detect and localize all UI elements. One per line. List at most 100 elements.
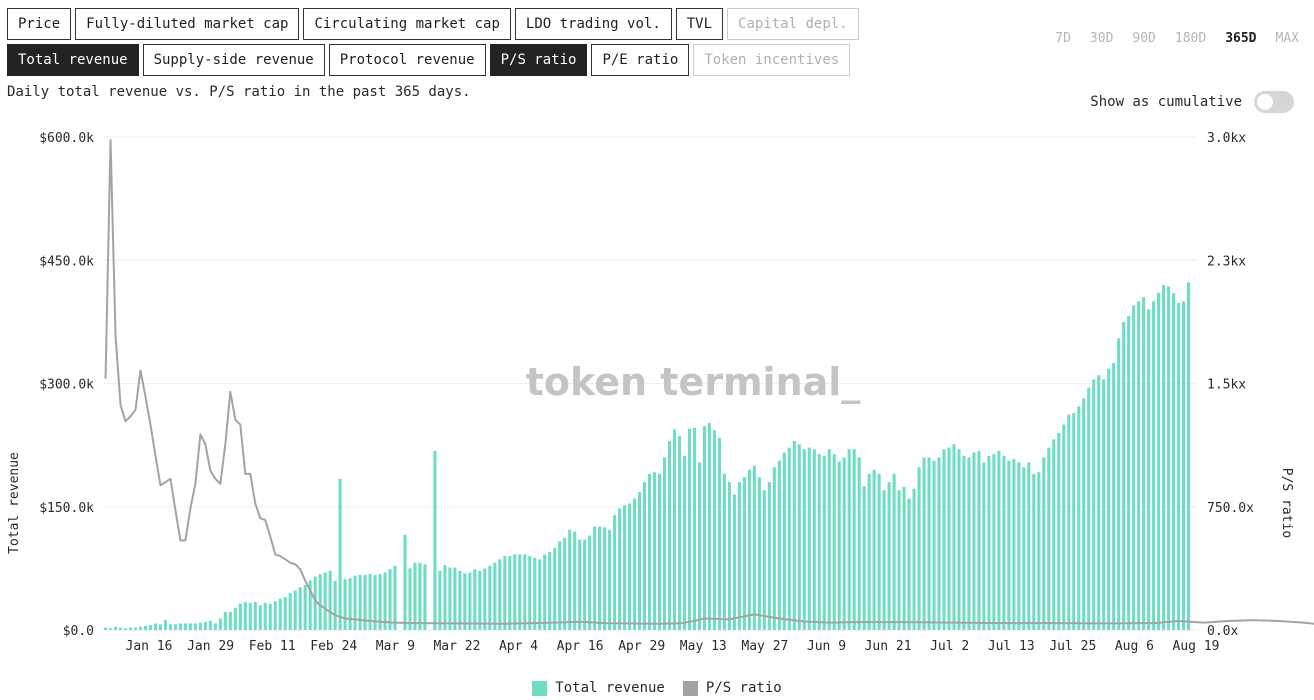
revenue-bar bbox=[638, 491, 642, 630]
tab-p-e-ratio[interactable]: P/E ratio bbox=[591, 44, 690, 76]
revenue-bar bbox=[877, 473, 881, 630]
revenue-bar bbox=[1087, 387, 1091, 630]
revenue-bar bbox=[218, 618, 222, 630]
tab-total-revenue[interactable]: Total revenue bbox=[7, 44, 139, 76]
revenue-bar bbox=[303, 584, 307, 630]
revenue-bar bbox=[493, 562, 497, 630]
legend-item-total-revenue[interactable]: Total revenue bbox=[532, 680, 665, 696]
revenue-bar bbox=[1072, 413, 1076, 630]
tab-ldo-trading-vol[interactable]: LDO trading vol. bbox=[514, 8, 672, 40]
revenue-bar bbox=[603, 527, 607, 630]
revenue-bar bbox=[747, 469, 751, 630]
x-tick-label: Jun 21 bbox=[865, 639, 912, 654]
revenue-bar bbox=[193, 623, 197, 630]
revenue-bar bbox=[513, 554, 517, 630]
revenue-bar bbox=[353, 575, 357, 630]
revenue-bar bbox=[977, 450, 981, 630]
revenue-bar bbox=[1092, 379, 1096, 630]
revenue-bar bbox=[1132, 305, 1136, 630]
tab-circulating-market-cap[interactable]: Circulating market cap bbox=[303, 8, 511, 40]
revenue-bar bbox=[473, 569, 477, 630]
range-365d[interactable]: 365D bbox=[1225, 31, 1256, 46]
left-tick-label: $150.0k bbox=[39, 501, 94, 516]
revenue-bar bbox=[802, 449, 806, 630]
revenue-bar bbox=[108, 628, 113, 630]
revenue-bar bbox=[608, 529, 612, 630]
revenue-bar bbox=[288, 593, 292, 630]
revenue-bar bbox=[1187, 282, 1191, 630]
revenue-bar bbox=[827, 449, 831, 630]
revenue-bar bbox=[1067, 414, 1071, 630]
range-180d[interactable]: 180D bbox=[1175, 31, 1206, 46]
revenue-bar bbox=[702, 426, 706, 630]
revenue-bar bbox=[118, 627, 123, 630]
right-tick-label: 1.5kx bbox=[1207, 378, 1246, 393]
revenue-bar bbox=[233, 607, 237, 630]
revenue-bar bbox=[263, 602, 267, 630]
revenue-bar bbox=[797, 444, 801, 630]
legend-item-ps-ratio[interactable]: P/S ratio bbox=[682, 680, 782, 696]
x-tick-label: Feb 24 bbox=[310, 639, 357, 654]
tab-price[interactable]: Price bbox=[7, 8, 72, 40]
revenue-bar bbox=[987, 455, 991, 630]
left-tick-label: $450.0k bbox=[39, 254, 94, 269]
revenue-bar bbox=[243, 602, 247, 630]
revenue-bar bbox=[133, 627, 138, 630]
x-tick-label: Feb 11 bbox=[249, 639, 296, 654]
revenue-bar bbox=[887, 482, 891, 630]
revenue-bar bbox=[942, 449, 946, 630]
revenue-bar bbox=[433, 450, 437, 630]
legend-label-revenue: Total revenue bbox=[555, 680, 665, 696]
revenue-bar bbox=[1122, 321, 1126, 631]
revenue-bar bbox=[837, 461, 841, 630]
revenue-bar bbox=[832, 454, 836, 630]
range-7d[interactable]: 7D bbox=[1055, 31, 1071, 46]
revenue-bar bbox=[463, 573, 467, 630]
range-90d[interactable]: 90D bbox=[1132, 31, 1155, 46]
toggle-knob bbox=[1257, 94, 1273, 110]
revenue-bar bbox=[533, 557, 537, 630]
chart-subtitle: Daily total revenue vs. P/S ratio in the… bbox=[7, 84, 471, 100]
revenue-bar bbox=[388, 569, 392, 630]
revenue-bar bbox=[1032, 473, 1036, 630]
tab-supply-side-revenue[interactable]: Supply-side revenue bbox=[142, 44, 325, 76]
revenue-bar bbox=[468, 572, 472, 630]
revenue-bar bbox=[1157, 293, 1161, 630]
tab-p-s-ratio[interactable]: P/S ratio bbox=[489, 44, 588, 76]
tab-fully-diluted-market-cap[interactable]: Fully-diluted market cap bbox=[75, 8, 300, 40]
revenue-bar bbox=[143, 625, 148, 630]
tab-capital-depl: Capital depl. bbox=[727, 8, 859, 40]
right-tick-label: 750.0x bbox=[1207, 501, 1254, 516]
right-tick-label: 0.0x bbox=[1207, 624, 1238, 639]
revenue-bar bbox=[443, 565, 447, 630]
x-tick-label: Mar 22 bbox=[433, 639, 480, 654]
revenue-bar bbox=[128, 627, 133, 630]
revenue-bar bbox=[1012, 459, 1016, 630]
range-max[interactable]: MAX bbox=[1276, 31, 1299, 46]
revenue-bar bbox=[807, 447, 811, 630]
cumulative-toggle[interactable] bbox=[1254, 91, 1294, 113]
revenue-bar bbox=[268, 603, 272, 630]
revenue-bar bbox=[123, 628, 128, 630]
revenue-bar bbox=[173, 624, 177, 630]
tab-protocol-revenue[interactable]: Protocol revenue bbox=[328, 44, 486, 76]
revenue-bar bbox=[253, 602, 257, 630]
revenue-bar bbox=[787, 447, 791, 630]
revenue-bar bbox=[1082, 398, 1086, 630]
revenue-bar bbox=[992, 454, 996, 630]
revenue-bar bbox=[488, 565, 492, 630]
revenue-bar bbox=[618, 508, 622, 630]
revenue-bar bbox=[962, 455, 966, 630]
revenue-bar bbox=[1107, 368, 1111, 630]
range-30d[interactable]: 30D bbox=[1090, 31, 1113, 46]
revenue-bar bbox=[882, 490, 886, 630]
x-tick-label: Jun 9 bbox=[807, 639, 846, 654]
revenue-bar bbox=[588, 535, 592, 630]
revenue-bar bbox=[707, 422, 711, 630]
tab-tvl[interactable]: TVL bbox=[675, 8, 724, 40]
revenue-bar bbox=[104, 627, 108, 630]
revenue-bar bbox=[672, 429, 677, 630]
revenue-bar bbox=[248, 602, 252, 630]
x-tick-label: Aug 6 bbox=[1115, 639, 1154, 654]
revenue-bar bbox=[593, 526, 597, 630]
